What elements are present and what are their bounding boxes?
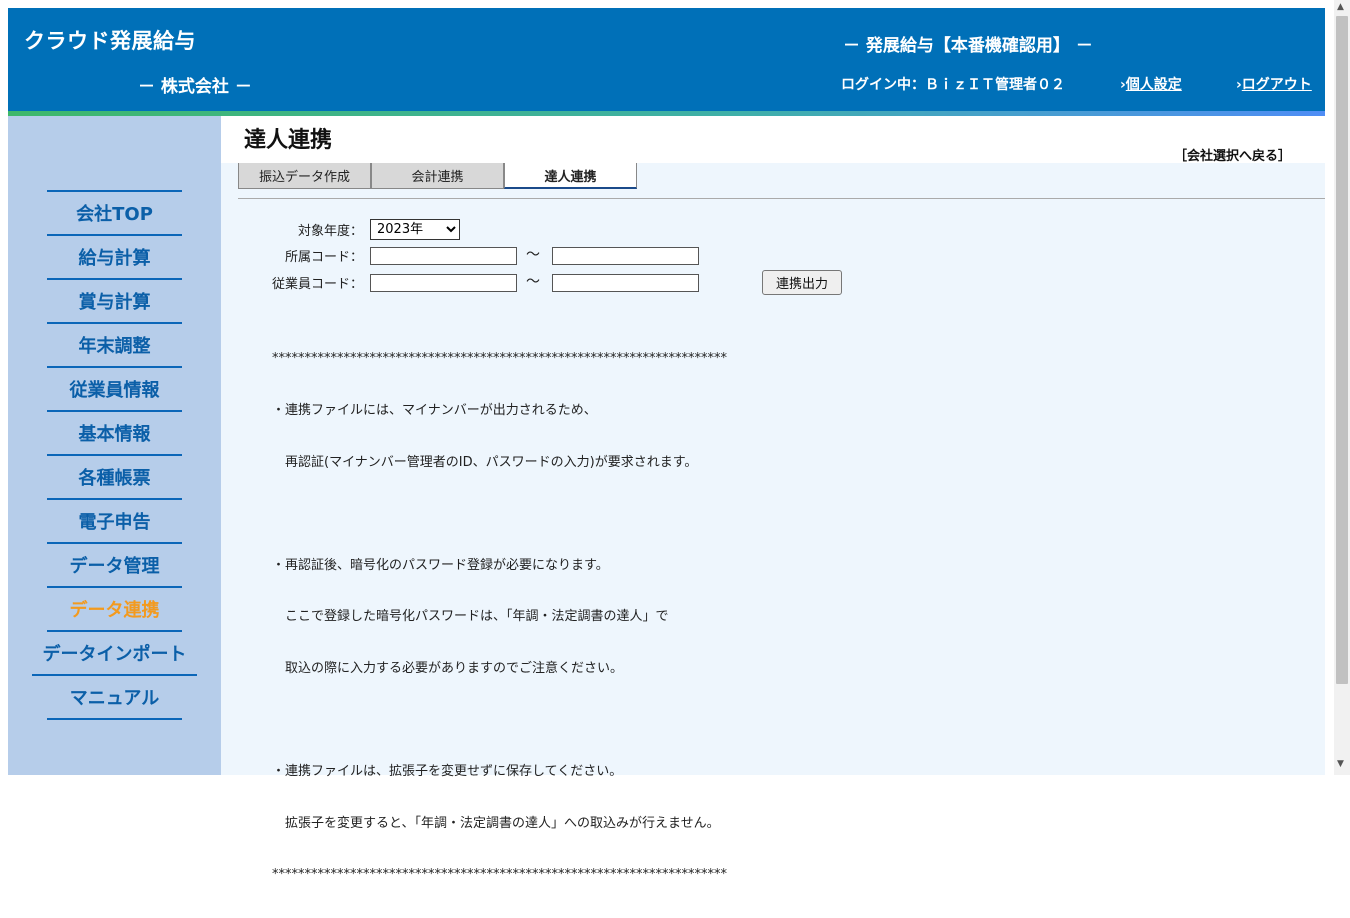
sidebar-item-basic-info[interactable]: 基本情報 [47,412,182,456]
notice-line: ここで登録した暗号化パスワードは、「年調・法定調書の達人」で [272,609,669,625]
environment-title: － 発展給与【本番機確認用】 － [843,36,1093,56]
scroll-down-arrow-icon[interactable]: ▼ [1337,759,1344,769]
company-name: － 株式会社 － [138,77,252,97]
range-separator: ～ [526,274,540,290]
range-separator: ～ [526,247,540,263]
notice-line: 取込の際に入力する必要がありますのでご注意ください。 [272,660,624,676]
sidebar-item-company-top[interactable]: 会社TOP [47,192,182,236]
sidebar-item-payroll[interactable]: 給与計算 [47,236,182,280]
personal-settings-link[interactable]: ›個人設定 [1120,74,1182,94]
sidebar: 会社TOP 給与計算 賞与計算 年末調整 従業員情報 基本情報 各種帳票 電子申… [8,116,221,775]
page-title: 達人連携 [244,128,333,153]
login-status: ログイン中：ＢｉｚＩＴ管理者０２ [841,77,1065,93]
sidebar-item-e-filing[interactable]: 電子申告 [47,500,182,544]
sidebar-item-bonus[interactable]: 賞与計算 [47,280,182,324]
dept-code-from-input[interactable] [370,247,517,265]
personal-settings-label: 個人設定 [1125,77,1182,93]
notice-text: ****************************************… [272,316,727,918]
notice-line [272,505,727,522]
dept-code-to-input[interactable] [552,247,699,265]
employee-code-label: 従業員コード： [271,277,363,292]
export-button[interactable]: 連携出力 [762,270,842,295]
title-band: 達人連携 ［会社選択へ戻る］ [221,116,1325,164]
employee-code-from-input[interactable] [370,274,517,292]
sidebar-item-reports[interactable]: 各種帳票 [47,456,182,500]
main-content: 達人連携 ［会社選択へ戻る］ 振込データ作成 会計連携 達人連携 対象年度： 2… [221,116,1325,882]
vertical-scrollbar[interactable]: ▲ ▼ [1334,0,1350,775]
notice-line: 拡張子を変更すると、「年調・法定調書の達人」への取込みが行えません。 [272,815,720,831]
notice-line: 再認証(マイナンバー管理者のID、パスワードの入力)が要求されます。 [272,454,698,470]
sidebar-item-data-integration[interactable]: データ連携 [47,588,182,632]
sidebar-item-year-end[interactable]: 年末調整 [47,324,182,368]
sidebar-item-employees[interactable]: 従業員情報 [47,368,182,412]
header: クラウド発展給与 － 株式会社 － － 発展給与【本番機確認用】 － ログイン中… [8,8,1325,116]
notice-line: ****************************************… [272,867,727,883]
dept-code-label: 所属コード： [284,250,363,265]
back-to-company-select-link[interactable]: ［会社選択へ戻る］ [1174,145,1291,164]
notice-line: ・連携ファイルは、拡張子を変更せずに保存してください。 [272,764,623,780]
sidebar-item-data-import[interactable]: データインポート [32,632,197,676]
scroll-thumb[interactable] [1336,16,1348,684]
logout-label: ログアウト [1241,77,1312,93]
sidebar-item-manual[interactable]: マニュアル [47,676,182,720]
tab-tatsujin-integration[interactable]: 達人連携 [504,163,637,189]
sidebar-item-data-management[interactable]: データ管理 [47,544,182,588]
tab-divider [238,198,1325,199]
year-select[interactable]: 2023年 [370,219,460,240]
notice-line: ・再認証後、暗号化のパスワード登録が必要になります。 [272,557,609,573]
notice-line: ****************************************… [272,351,727,367]
scroll-up-arrow-icon[interactable]: ▲ [1337,2,1344,12]
app-logo: クラウド発展給与 [24,29,196,53]
tab-accounting-integration[interactable]: 会計連携 [371,163,504,189]
notice-line: ・連携ファイルには、マイナンバーが出力されるため、 [272,403,597,418]
logout-link[interactable]: ›ログアウト [1236,74,1312,94]
year-label: 対象年度： [297,224,363,239]
page: クラウド発展給与 － 株式会社 － － 発展給与【本番機確認用】 － ログイン中… [8,8,1325,882]
employee-code-to-input[interactable] [552,274,699,292]
tab-transfer-data[interactable]: 振込データ作成 [238,163,371,189]
notice-line [272,712,727,729]
